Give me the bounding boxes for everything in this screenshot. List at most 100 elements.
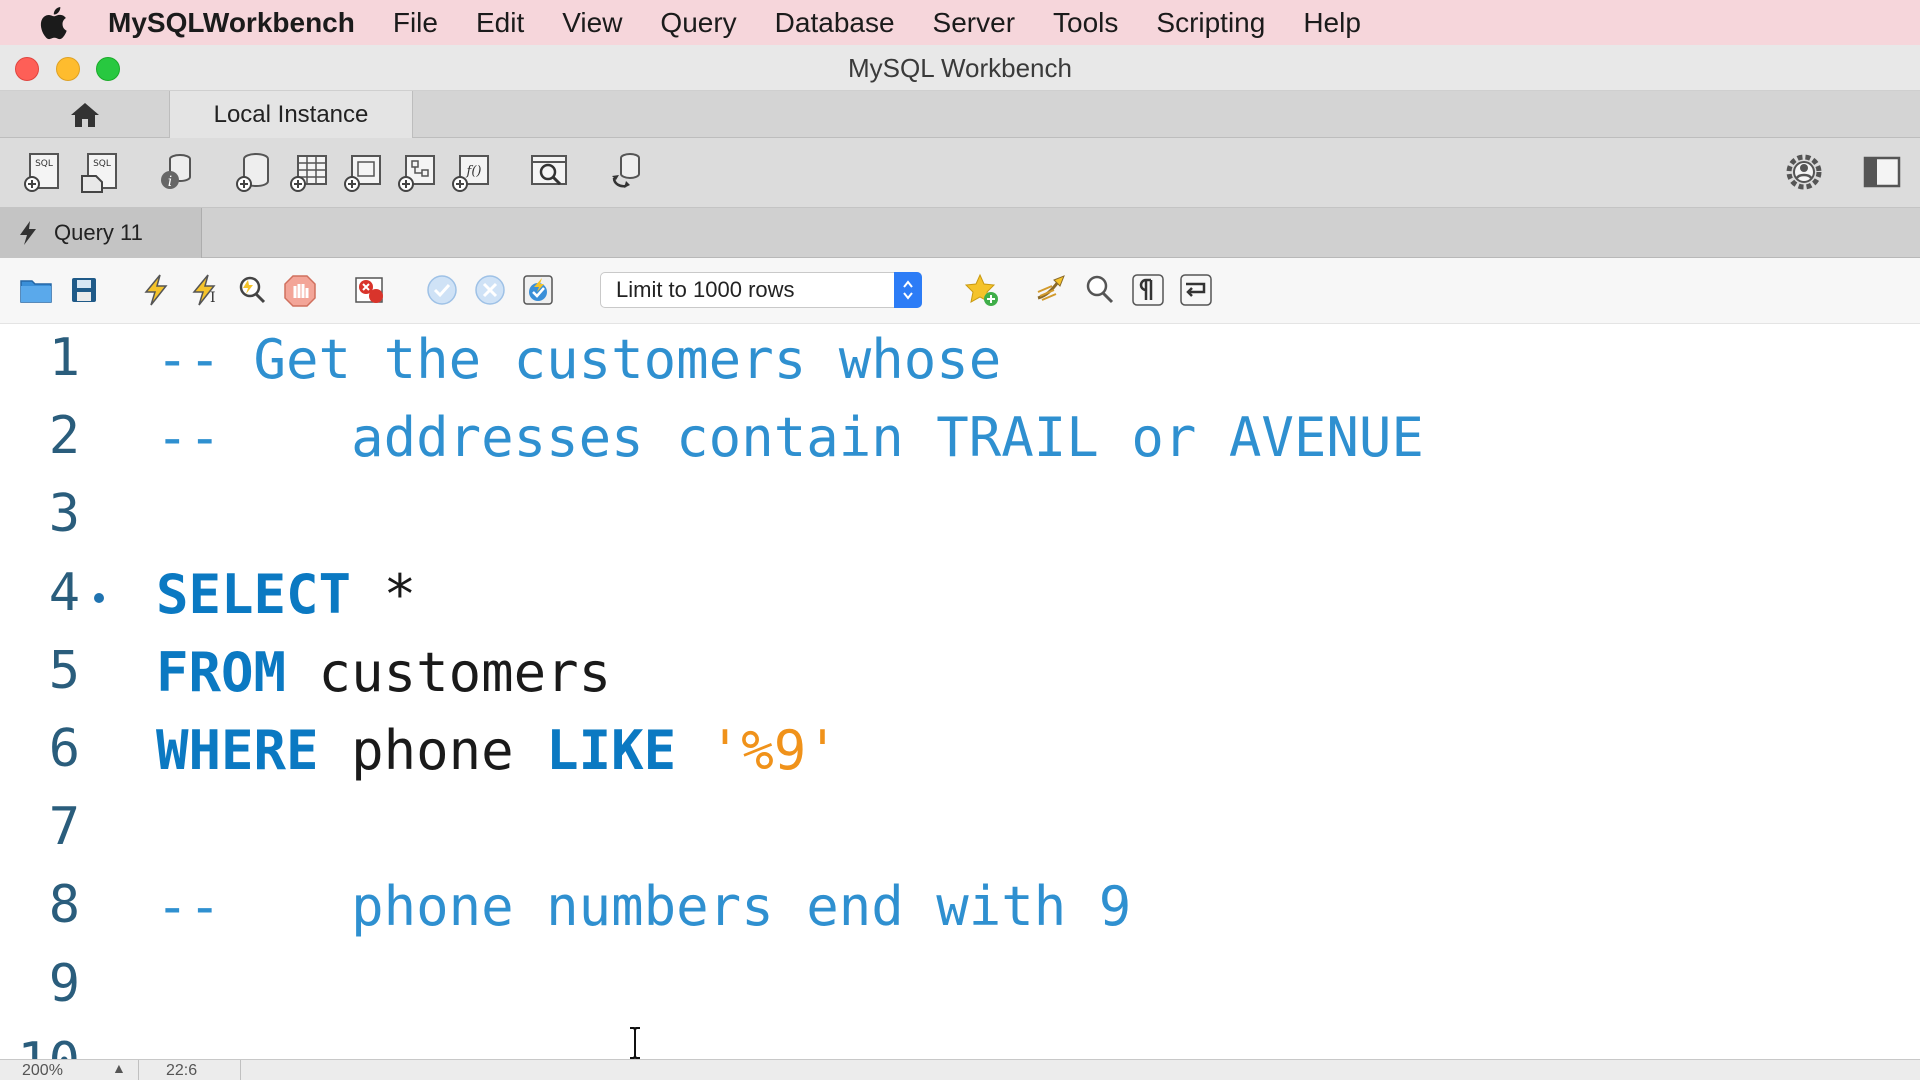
query-tab-query-11[interactable]: Query 11 xyxy=(0,208,202,258)
menu-app-name[interactable]: MySQLWorkbench xyxy=(108,7,355,39)
code-token: -- addresses contain TRAIL or AVENUE xyxy=(156,406,1424,470)
code-line[interactable]: 1 -- Get the customers whose xyxy=(0,328,1920,406)
code-text: -- addresses contain TRAIL or AVENUE xyxy=(156,406,1424,469)
text-cursor-ibeam-icon xyxy=(630,1027,640,1059)
create-procedure-icon[interactable] xyxy=(396,150,440,194)
code-line[interactable]: 6 WHERE phone LIKE '%9' xyxy=(0,719,1920,797)
menu-query[interactable]: Query xyxy=(660,7,736,39)
sql-code-editor[interactable]: 1 -- Get the customers whose 2 -- addresses… xyxy=(0,324,1920,1059)
connection-tab-local-instance[interactable]: Local Instance xyxy=(170,91,413,138)
line-number: 10 xyxy=(0,1032,80,1059)
create-function-icon[interactable]: f() xyxy=(450,150,494,194)
zoom-level[interactable]: 200% xyxy=(22,1062,63,1080)
editor-toolbar: I Limit to 1000 rows xyxy=(0,258,1920,324)
menu-tools[interactable]: Tools xyxy=(1053,7,1118,39)
svg-text:I: I xyxy=(210,290,216,306)
code-token: * xyxy=(351,562,417,626)
code-line[interactable]: 10 xyxy=(0,1032,1920,1059)
create-table-icon[interactable] xyxy=(288,150,332,194)
save-file-icon[interactable] xyxy=(66,272,102,308)
svg-text:f(): f() xyxy=(466,164,482,179)
code-token: FROM xyxy=(156,640,287,704)
wrap-lines-icon[interactable] xyxy=(1178,272,1214,308)
menu-edit[interactable]: Edit xyxy=(476,7,524,39)
query-tab-label: Query 11 xyxy=(54,220,143,245)
stop-query-icon[interactable] xyxy=(282,272,318,308)
limit-rows-stepper-icon[interactable] xyxy=(894,272,922,308)
execute-query-icon[interactable] xyxy=(138,272,174,308)
rollback-transaction-icon[interactable] xyxy=(472,272,508,308)
menu-view[interactable]: View xyxy=(562,7,622,39)
show-invisibles-icon[interactable] xyxy=(1130,272,1166,308)
menu-database[interactable]: Database xyxy=(775,7,895,39)
limit-rows-value: Limit to 1000 rows xyxy=(616,277,795,302)
code-token: LIKE xyxy=(546,719,677,782)
code-token: -- Get the customers whose xyxy=(156,328,1002,391)
window-title: MySQL Workbench xyxy=(848,53,1072,83)
code-line[interactable]: 3 xyxy=(0,484,1920,562)
line-number: 3 xyxy=(48,484,80,545)
toggle-continue-on-error-icon[interactable] xyxy=(352,272,388,308)
code-text: -- Get the customers whose xyxy=(156,328,1001,391)
code-text: WHERE phone LIKE '%9' xyxy=(156,719,839,782)
explain-query-icon[interactable] xyxy=(234,272,270,308)
menu-bar: MySQLWorkbench File Edit View Query Data… xyxy=(0,0,1920,45)
new-sql-tab-icon[interactable]: SQL xyxy=(22,150,66,194)
connection-tab-strip: Local Instance xyxy=(0,91,1920,138)
home-tab[interactable] xyxy=(0,91,170,138)
code-line[interactable]: 4 SELECT * xyxy=(0,563,1920,641)
home-icon xyxy=(70,102,99,127)
execute-current-statement-icon[interactable]: I xyxy=(186,272,222,308)
settings-gear-icon[interactable] xyxy=(1782,150,1826,194)
line-number: 8 xyxy=(48,875,80,936)
cursor-position: 22:6 xyxy=(166,1062,198,1079)
code-token: WHERE xyxy=(156,719,319,782)
beautify-query-icon[interactable] xyxy=(1034,272,1070,308)
search-table-data-icon[interactable] xyxy=(528,150,572,194)
code-line[interactable]: 5 FROM customers xyxy=(0,641,1920,719)
statement-marker-icon xyxy=(94,592,104,603)
menu-server[interactable]: Server xyxy=(933,7,1015,39)
schema-inspector-icon[interactable]: i xyxy=(154,150,198,194)
toggle-autocommit-icon[interactable] xyxy=(520,272,556,308)
menu-file[interactable]: File xyxy=(393,7,438,39)
menu-scripting[interactable]: Scripting xyxy=(1156,7,1265,39)
code-line[interactable]: 2 -- addresses contain TRAIL or AVENUE xyxy=(0,406,1920,484)
limit-rows-select[interactable]: Limit to 1000 rows xyxy=(600,272,922,308)
code-token: -- phone numbers end with 9 xyxy=(156,875,1132,939)
main-toolbar: SQL SQL i f() xyxy=(0,138,1920,208)
toggle-sidebar-icon[interactable] xyxy=(1862,150,1902,194)
menu-help[interactable]: Help xyxy=(1303,7,1361,39)
query-tab-strip: Query 11 xyxy=(0,208,1920,258)
line-number: 1 xyxy=(48,328,80,388)
reconnect-dbms-icon[interactable] xyxy=(606,150,650,194)
code-text: FROM customers xyxy=(156,641,611,704)
find-replace-icon[interactable] xyxy=(1082,272,1118,308)
line-number: 4 xyxy=(48,562,80,623)
code-token: phone xyxy=(318,719,547,782)
status-bar: 200% ▲ 22:6 xyxy=(0,1059,1920,1080)
code-token: SELECT xyxy=(156,562,352,626)
code-line[interactable]: 7 xyxy=(0,797,1920,875)
line-number: 7 xyxy=(48,797,80,858)
lightning-bolt-icon xyxy=(18,220,38,246)
commit-transaction-icon[interactable] xyxy=(424,272,460,308)
code-text: -- phone numbers end with 9 xyxy=(156,875,1131,938)
zoom-stepper-icon[interactable]: ▲ xyxy=(112,1060,126,1076)
line-number: 5 xyxy=(48,640,80,701)
status-divider xyxy=(240,1060,241,1080)
line-number: 2 xyxy=(48,406,80,467)
apple-logo-icon[interactable] xyxy=(38,6,72,40)
code-text: SELECT * xyxy=(156,563,416,626)
create-view-icon[interactable] xyxy=(342,150,386,194)
code-line[interactable]: 9 xyxy=(0,954,1920,1032)
svg-text:SQL: SQL xyxy=(93,159,111,169)
create-schema-icon[interactable] xyxy=(232,150,276,194)
open-file-icon[interactable] xyxy=(18,272,54,308)
open-sql-script-icon[interactable]: SQL xyxy=(78,150,122,194)
add-snippet-star-icon[interactable] xyxy=(964,272,1000,308)
code-token: customers xyxy=(286,640,612,704)
svg-text:SQL: SQL xyxy=(35,159,53,169)
code-line[interactable]: 8 -- phone numbers end with 9 xyxy=(0,875,1920,953)
